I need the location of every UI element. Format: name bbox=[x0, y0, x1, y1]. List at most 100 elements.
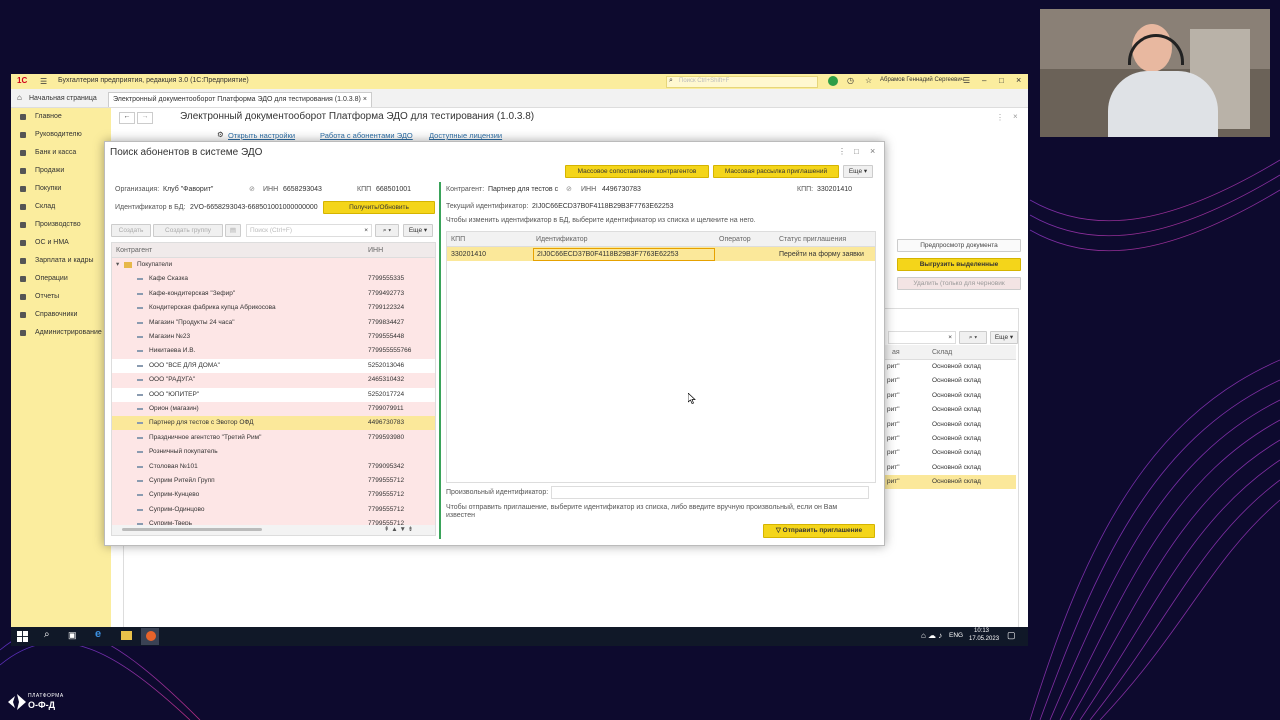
table-row[interactable]: рит" Основной склад bbox=[885, 374, 1016, 388]
sidebar-item-main[interactable]: Главное bbox=[11, 110, 111, 124]
sidebar-item-director[interactable]: Руководителю bbox=[11, 128, 111, 142]
dialog-close-icon[interactable]: × bbox=[870, 146, 875, 156]
list-item[interactable]: Праздничное агентство "Третий Рим" 779959… bbox=[112, 431, 435, 445]
delete-icon[interactable]: ▤ bbox=[225, 224, 241, 237]
list-item[interactable]: ООО "ЮПИТЕР" 5252017724 bbox=[112, 387, 435, 402]
pane-divider[interactable] bbox=[439, 182, 441, 539]
list-item[interactable]: ООО "РАДУГА" 2465310432 bbox=[112, 373, 435, 387]
list-item[interactable]: Магазин №23 7799555448 bbox=[112, 330, 435, 344]
sidebar-item-operations[interactable]: Операции bbox=[11, 272, 111, 286]
link-icon[interactable]: ⊘ bbox=[249, 185, 255, 193]
close-form-icon[interactable]: × bbox=[1013, 112, 1018, 121]
list-item[interactable]: Кафе Сказка 7799555335 bbox=[112, 272, 435, 286]
identifier-row-selected[interactable]: 330201410 2IJ0C66ECD37B0F4118B29B3F7763E… bbox=[447, 247, 875, 261]
list-search-input[interactable]: Поиск (Ctrl+F) × bbox=[246, 224, 372, 237]
clear-icon[interactable]: × bbox=[948, 332, 952, 343]
list-item[interactable]: Розничный покупатель bbox=[112, 445, 435, 459]
sidebar-item-catalogs[interactable]: Справочники bbox=[11, 308, 111, 322]
list-group-buyers[interactable]: ▾ Покупатели bbox=[112, 258, 435, 272]
invitation-status-link[interactable]: Перейти на форму заявки bbox=[779, 251, 864, 258]
bulk-match-button[interactable]: Массовое сопоставление контрагентов bbox=[565, 165, 709, 178]
sidebar-item-production[interactable]: Производство bbox=[11, 218, 111, 232]
favorites-icon[interactable]: ☆ bbox=[865, 76, 872, 85]
tab-home[interactable]: Начальная страница bbox=[25, 92, 101, 106]
sidebar-item-bank[interactable]: Банк и касса bbox=[11, 146, 111, 160]
sidebar-item-purchases[interactable]: Покупки bbox=[11, 182, 111, 196]
list-search-button[interactable]: ⌕ ▾ bbox=[375, 224, 399, 237]
table-row[interactable]: рит" Основной склад bbox=[885, 360, 1016, 374]
list-item[interactable]: Суприм-Кунцево 7799555712 bbox=[112, 488, 435, 502]
bulk-invite-button[interactable]: Массовая рассылка приглашений bbox=[713, 165, 839, 178]
table-row[interactable]: рит" Основной склад bbox=[885, 432, 1016, 446]
licenses-link[interactable]: Доступные лицензии bbox=[429, 131, 502, 140]
sidebar-item-admin[interactable]: Администрирование bbox=[11, 326, 111, 340]
notifications-icon[interactable]: ▢ bbox=[1007, 630, 1016, 641]
sidebar-item-sales[interactable]: Продажи bbox=[11, 164, 111, 178]
ie-browser-icon[interactable]: e bbox=[95, 628, 101, 640]
search-icon[interactable]: ⌕ bbox=[44, 629, 50, 640]
list-item[interactable]: Магазин "Продукты 24 часа" 7799834427 bbox=[112, 316, 435, 330]
table-row[interactable]: рит" Основной склад bbox=[885, 403, 1016, 417]
list-item-selected[interactable]: Партнер для тестов с Эвотор ОФД 449673078… bbox=[112, 416, 435, 431]
back-button[interactable]: ← bbox=[119, 112, 135, 124]
minimize-icon[interactable]: – bbox=[982, 76, 986, 85]
preview-button[interactable]: Предпросмотр документа bbox=[897, 239, 1021, 252]
sidebar-item-assets[interactable]: ОС и НМА bbox=[11, 236, 111, 250]
close-tab-icon[interactable]: × bbox=[363, 96, 367, 103]
windows-start-icon[interactable] bbox=[17, 631, 28, 642]
organization-value[interactable]: Клуб "Фаворит" bbox=[163, 186, 213, 193]
file-explorer-icon[interactable] bbox=[121, 631, 132, 640]
list-item[interactable]: Орион (магазин) 7799079911 bbox=[112, 402, 435, 416]
global-search-input[interactable]: ⌕ Поиск Ctrl+Shift+F bbox=[666, 76, 818, 88]
tab-edo[interactable]: Электронный документооборот Платформа ЭД… bbox=[108, 92, 372, 107]
delete-drafts-button[interactable]: Удалить (только для черновик bbox=[897, 277, 1021, 290]
collapse-icon[interactable]: ▾ bbox=[116, 258, 119, 272]
list-item[interactable]: Суприм-Одинцово 7799555712 bbox=[112, 503, 435, 517]
maximize-icon[interactable]: □ bbox=[999, 76, 1004, 85]
task-view-icon[interactable]: ▣ bbox=[68, 630, 77, 641]
refresh-button[interactable]: Получить/Обновить bbox=[323, 201, 435, 214]
open-settings-link[interactable]: Открыть настройки bbox=[228, 131, 295, 140]
list-item[interactable]: ООО "ВСЕ ДЛЯ ДОМА" 5252013046 bbox=[112, 358, 435, 373]
upload-selected-button[interactable]: Выгрузить выделенные bbox=[897, 258, 1021, 271]
list-scroll-buttons[interactable]: ⇞ ▲ ▼ ⇟ bbox=[384, 525, 413, 533]
notification-icon[interactable] bbox=[828, 76, 838, 86]
settings-menu-icon[interactable]: ☰ bbox=[963, 76, 970, 85]
table-row-selected[interactable]: рит" Основной склад bbox=[885, 475, 1016, 490]
doc-search-input[interactable]: × bbox=[888, 331, 956, 344]
tray-icons[interactable]: ⌂ ☁ ♪ bbox=[921, 631, 942, 640]
forward-button[interactable]: → bbox=[137, 112, 153, 124]
table-row[interactable]: рит" Основной склад bbox=[885, 446, 1016, 460]
send-invitation-button[interactable]: ▽ Отправить приглашение bbox=[763, 524, 875, 538]
list-more-button[interactable]: Еще ▾ bbox=[403, 224, 433, 237]
list-item[interactable]: Столовая №101 7799095342 bbox=[112, 460, 435, 474]
table-row[interactable]: рит" Основной склад bbox=[885, 389, 1016, 403]
menu-icon[interactable]: ☰ bbox=[40, 77, 47, 86]
clear-icon[interactable]: × bbox=[364, 225, 368, 236]
dialog-more-icon[interactable]: ⋮ bbox=[838, 147, 846, 156]
sidebar-item-salary[interactable]: Зарплата и кадры bbox=[11, 254, 111, 268]
home-icon[interactable]: ⌂ bbox=[17, 93, 22, 102]
more-options-icon[interactable]: ⋮ bbox=[996, 113, 1004, 122]
doc-more-button[interactable]: Еще ▾ bbox=[990, 331, 1018, 344]
doc-search-button[interactable]: ⌕ ▾ bbox=[959, 331, 987, 344]
custom-identifier-input[interactable] bbox=[551, 486, 869, 499]
table-row[interactable]: рит" Основной склад bbox=[885, 461, 1016, 475]
close-icon[interactable]: × bbox=[1016, 75, 1021, 85]
1c-app-icon[interactable] bbox=[146, 631, 156, 641]
counterparty-value[interactable]: Партнер для тестов с bbox=[488, 186, 558, 193]
link-icon[interactable]: ⊘ bbox=[566, 185, 572, 193]
history-icon[interactable]: ◷ bbox=[847, 76, 854, 85]
horizontal-scrollbar[interactable] bbox=[122, 528, 262, 531]
list-item[interactable]: Кондитерская фабрика купца Абрикосова 779… bbox=[112, 301, 435, 315]
table-row[interactable]: рит" Основной склад bbox=[885, 418, 1016, 432]
list-item[interactable]: Кафе-кондитерская "Зефир" 7799492773 bbox=[112, 287, 435, 301]
subscribers-link[interactable]: Работа с абонентами ЭДО bbox=[320, 131, 413, 140]
language-indicator[interactable]: ENG bbox=[949, 632, 963, 639]
list-item[interactable]: Никитаева И.В. 779955555766 bbox=[112, 344, 435, 358]
identifier-cell[interactable]: 2IJ0C66ECD37B0F4118B29B3F7763E62253 bbox=[533, 248, 715, 261]
create-button[interactable]: Создать bbox=[111, 224, 151, 237]
create-group-button[interactable]: Создать группу bbox=[153, 224, 223, 237]
sidebar-item-reports[interactable]: Отчеты bbox=[11, 290, 111, 304]
list-item[interactable]: Суприм Ритейл Групп 7799555712 bbox=[112, 474, 435, 488]
